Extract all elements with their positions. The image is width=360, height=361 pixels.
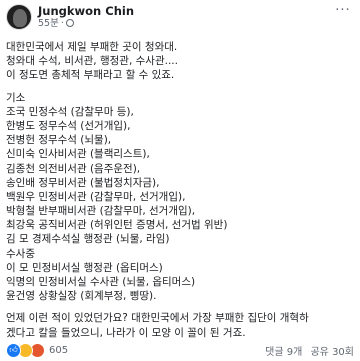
like-icon: 👍︎: [6, 342, 21, 358]
post-line: 기소: [6, 91, 26, 104]
post-line: 김 모 경제수석실 행정관 (뇌물, 라임): [6, 233, 170, 246]
post-line-blank: [6, 83, 356, 91]
meta-separator: ·: [60, 18, 64, 29]
post-line: 송인배 정무비서관 (불법정치자금),: [6, 176, 160, 189]
post-meta: 55분 ·: [38, 18, 74, 30]
globe-icon: [65, 19, 74, 27]
post-line: 청와대 수석, 비서관, 행정관, 수사관....: [6, 55, 178, 68]
comments-count[interactable]: 댓글 9개: [265, 347, 302, 358]
shares-count[interactable]: 공유 30회: [310, 347, 354, 358]
post-line: 윤건영 상황실장 (회계부정, 삥땅).: [6, 290, 157, 303]
post-line: 겠다고 칼을 들었으니, 나라가 이 모양 이 꼴이 된 거죠.: [6, 326, 246, 339]
post-line: 익명의 민정비서실 수사관 (뇌물, 옵티머스): [6, 276, 196, 288]
post-line: 이 모 민정비서실 행정관 (옵티머스): [6, 261, 163, 274]
post-line: 김종천 의전비서관 (음주운전),: [6, 162, 141, 175]
post-header: Jungkwon Chin 55분 · ···: [6, 4, 354, 32]
post-line: 대한민국에서 제일 부패한 곳이 청와대.: [6, 41, 178, 53]
post-line: 백원우 민정비서관 (감찰무마, 선거개입),: [6, 190, 186, 203]
post-line: 수사중: [6, 247, 35, 260]
avatar-silhouette: [13, 9, 27, 27]
post-line: 언제 이런 적이 있었던가요? 대한민국에서 가장 부패한 집단이 개혁하: [6, 312, 309, 325]
reactions-summary[interactable]: 👍︎ 605: [6, 342, 68, 358]
post-line: 이 정도면 총체적 부패라고 할 수 있죠.: [6, 69, 175, 82]
reaction-count: 605: [49, 344, 69, 356]
more-options-icon[interactable]: ···: [334, 4, 352, 20]
post-line: 최강욱 공직비서관 (허위인턴 증명서, 선거법 위반): [6, 219, 228, 232]
post-body: 대한민국에서 제일 부패한 곳이 청와대. 청와대 수석, 비서관, 행정관, …: [6, 40, 356, 340]
post-stats: 댓글 9개 공유 30회: [265, 343, 354, 358]
post-line: 신미숙 인사비서관 (블랙리스트),: [6, 148, 150, 161]
author-name[interactable]: Jungkwon Chin: [38, 4, 134, 18]
author-avatar[interactable]: [6, 4, 32, 30]
post-line: 전병헌 정무수석 (뇌물),: [6, 134, 112, 147]
post-line: 한병도 정무수석 (선거개입),: [6, 119, 131, 132]
post-footer: 👍︎ 605 댓글 9개 공유 30회: [6, 342, 354, 358]
post-time[interactable]: 55분: [38, 18, 59, 29]
facebook-post: Jungkwon Chin 55분 · ··· 대한민국에서 제일 부패한 곳이 …: [0, 0, 360, 361]
post-line: 조국 민정수석 (감찰무마 등),: [6, 105, 134, 118]
post-line-blank: [6, 303, 356, 311]
post-line: 박형철 반부패비서관 (감찰무마, 선거개입),: [6, 205, 196, 218]
